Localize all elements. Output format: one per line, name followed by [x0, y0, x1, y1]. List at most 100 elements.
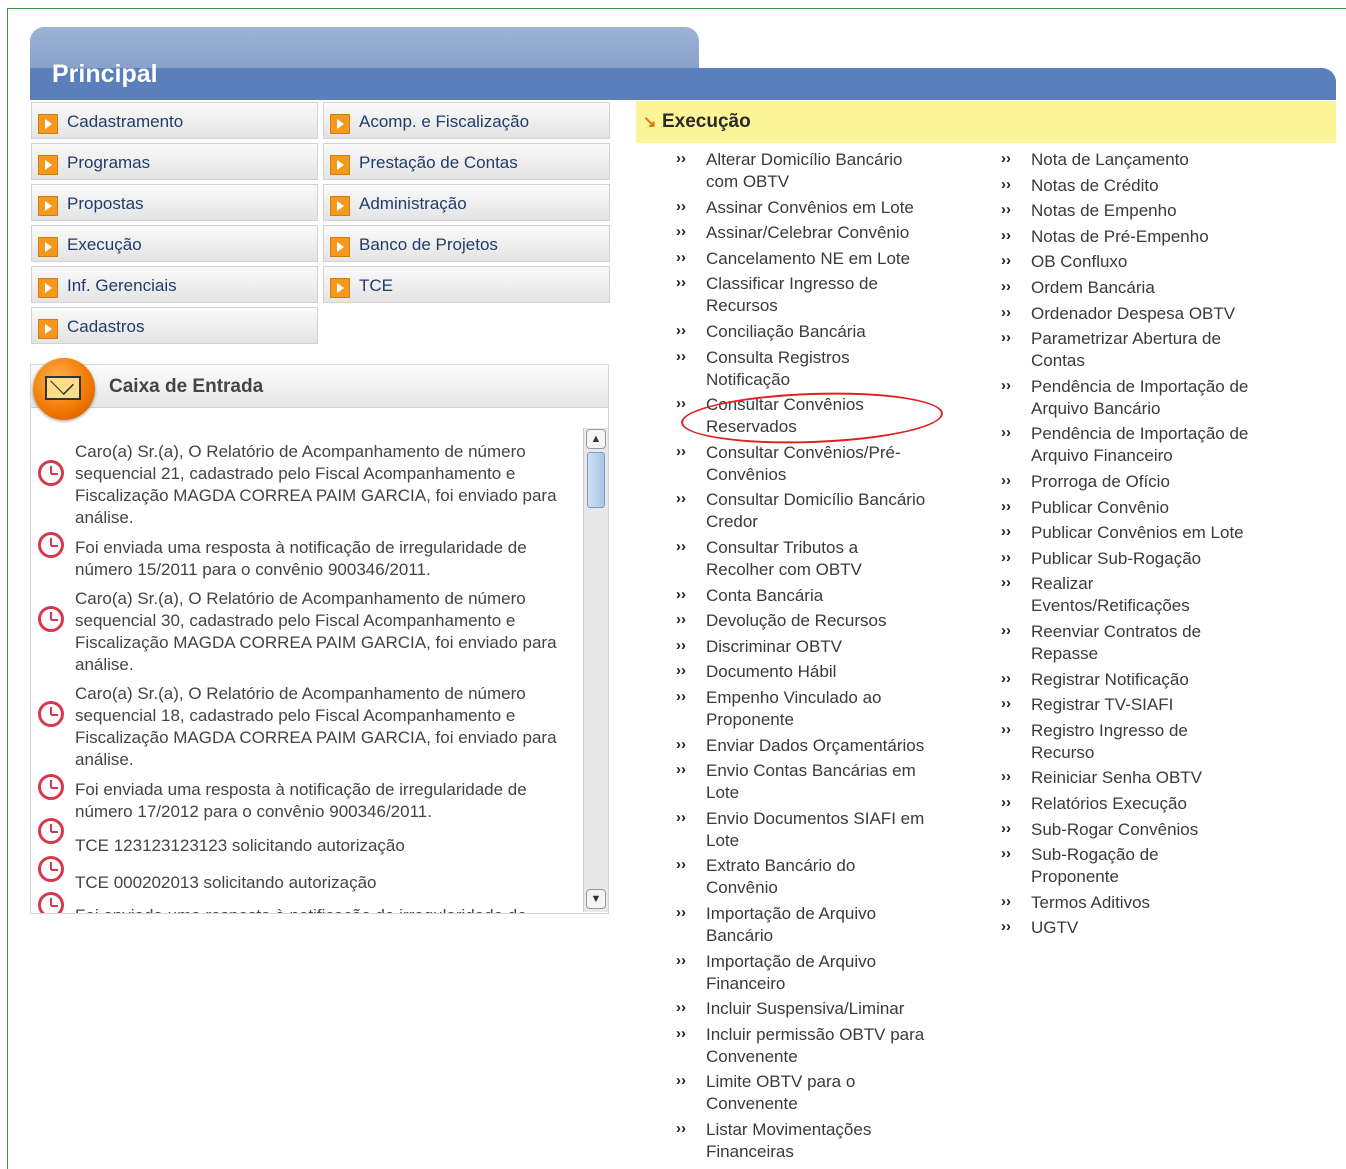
- execucao-link[interactable]: Consulta Registros Notificação: [706, 347, 850, 391]
- bullet-icon: ››: [1001, 329, 1011, 347]
- execucao-link[interactable]: Documento Hábil: [706, 661, 836, 683]
- execucao-link[interactable]: Registro Ingresso de Recurso: [1031, 720, 1188, 764]
- clock-icon: [38, 460, 64, 486]
- scroll-up-icon[interactable]: ▲: [586, 429, 606, 449]
- execucao-link[interactable]: Realizar Eventos/Retificações: [1031, 573, 1190, 617]
- inbox-message[interactable]: TCE 000202013 solicitando autorização: [75, 872, 575, 894]
- bullet-icon: ››: [676, 735, 686, 753]
- bullet-icon: ››: [1001, 845, 1011, 863]
- execucao-link[interactable]: Registrar TV-SIAFI: [1031, 694, 1173, 716]
- execucao-link[interactable]: Conciliação Bancária: [706, 321, 866, 343]
- execucao-link[interactable]: Limite OBTV para o Convenente: [706, 1071, 855, 1115]
- execucao-link[interactable]: Notas de Crédito: [1031, 175, 1159, 197]
- clock-icon: [38, 701, 64, 727]
- execucao-link[interactable]: Listar Movimentações Financeiras: [706, 1119, 871, 1163]
- execucao-link[interactable]: Reenviar Contratos de Repasse: [1031, 621, 1201, 665]
- arrow-right-icon: [38, 155, 58, 175]
- menu-item-administra-o[interactable]: Administração: [323, 184, 610, 221]
- execucao-link[interactable]: Publicar Convênios em Lote: [1031, 522, 1244, 544]
- execucao-link[interactable]: Pendência de Importação de Arquivo Bancár…: [1031, 376, 1248, 420]
- bullet-icon: ››: [676, 395, 686, 413]
- bullet-icon: ››: [676, 322, 686, 339]
- execucao-link[interactable]: Ordenador Despesa OBTV: [1031, 303, 1235, 325]
- inbox-message[interactable]: Foi enviada uma resposta à notificação d…: [75, 905, 575, 913]
- menu-item-cadastramento[interactable]: Cadastramento: [31, 102, 318, 139]
- scroll-down-icon[interactable]: ▼: [586, 889, 606, 909]
- bullet-icon: ››: [1001, 892, 1011, 910]
- execucao-link[interactable]: Discriminar OBTV: [706, 636, 842, 658]
- bullet-icon: ››: [676, 223, 686, 241]
- inbox-scrollbar[interactable]: ▲ ▼: [583, 428, 608, 912]
- clock-icon: [38, 774, 64, 800]
- execucao-link[interactable]: Relatórios Execução: [1031, 793, 1187, 815]
- scroll-thumb[interactable]: [587, 452, 605, 508]
- execucao-link[interactable]: Parametrizar Abertura de Contas: [1031, 328, 1221, 372]
- bullet-icon: ››: [1001, 548, 1011, 566]
- inbox-message[interactable]: Foi enviada uma resposta à notificação d…: [75, 537, 575, 581]
- menu-item-acomp-e-fiscaliza-o[interactable]: Acomp. e Fiscalização: [323, 102, 610, 139]
- bullet-icon: ››: [1001, 695, 1011, 713]
- execucao-link[interactable]: Ordem Bancária: [1031, 277, 1155, 299]
- execucao-link[interactable]: Nota de Lançamento: [1031, 149, 1189, 171]
- execucao-link[interactable]: Cancelamento NE em Lote: [706, 248, 910, 270]
- execucao-link[interactable]: Enviar Dados Orçamentários: [706, 735, 924, 757]
- bullet-icon: ››: [1001, 226, 1011, 244]
- execucao-link[interactable]: Consultar Convênios/Pré- Convênios: [706, 442, 901, 486]
- execucao-link[interactable]: Incluir Suspensiva/Liminar: [706, 998, 904, 1020]
- execucao-link[interactable]: Notas de Pré-Empenho: [1031, 226, 1209, 248]
- execucao-link[interactable]: Classificar Ingresso de Recursos: [706, 273, 878, 317]
- menu-item-presta-o-de-contas[interactable]: Prestação de Contas: [323, 143, 610, 180]
- execucao-link[interactable]: UGTV: [1031, 917, 1078, 939]
- menu-item-label: TCE: [359, 276, 393, 295]
- execucao-link[interactable]: Extrato Bancário do Convênio: [706, 855, 855, 899]
- execucao-link[interactable]: Envio Documentos SIAFI em Lote: [706, 808, 924, 852]
- bullet-icon: ››: [676, 197, 686, 215]
- bullet-icon: ››: [1001, 669, 1011, 687]
- bullet-icon: ››: [1001, 794, 1011, 811]
- header-bar: [30, 68, 1336, 100]
- execucao-link[interactable]: Incluir permissão OBTV para Convenente: [706, 1024, 924, 1068]
- menu-item-banco-de-projetos[interactable]: Banco de Projetos: [323, 225, 610, 262]
- inbox-message[interactable]: Caro(a) Sr.(a), O Relatório de Acompanha…: [75, 588, 575, 676]
- bullet-icon: ››: [676, 636, 686, 654]
- execucao-link[interactable]: Importação de Arquivo Bancário: [706, 903, 876, 947]
- page-title: Principal: [52, 60, 158, 88]
- execucao-link[interactable]: Publicar Sub-Rogação: [1031, 548, 1201, 570]
- execucao-link[interactable]: Consultar Tributos a Recolher com OBTV: [706, 537, 862, 581]
- execucao-link[interactable]: Consultar Domicílio Bancário Credor: [706, 489, 925, 533]
- inbox-message[interactable]: Foi enviada uma resposta à notificação d…: [75, 779, 575, 823]
- menu-item-label: Banco de Projetos: [359, 235, 498, 254]
- inbox-message[interactable]: TCE 123123123123 solicitando autorização: [75, 835, 575, 857]
- menu-item-cadastros[interactable]: Cadastros: [31, 307, 318, 344]
- menu-item-tce[interactable]: TCE: [323, 266, 610, 303]
- execucao-link[interactable]: Prorroga de Ofício: [1031, 471, 1170, 493]
- execucao-link[interactable]: OB Confluxo: [1031, 251, 1127, 273]
- bullet-icon: ››: [676, 951, 686, 969]
- inbox-message[interactable]: Caro(a) Sr.(a), O Relatório de Acompanha…: [75, 683, 575, 771]
- execucao-link[interactable]: Assinar/Celebrar Convênio: [706, 222, 909, 244]
- execucao-link[interactable]: Conta Bancária: [706, 585, 823, 607]
- execucao-link[interactable]: Sub-Rogação de Proponente: [1031, 844, 1159, 888]
- bullet-icon: ››: [676, 662, 686, 680]
- execucao-link[interactable]: Envio Contas Bancárias em Lote: [706, 760, 916, 804]
- bullet-icon: ››: [676, 999, 686, 1017]
- execucao-link[interactable]: Registrar Notificação: [1031, 669, 1189, 691]
- bullet-icon: ››: [1001, 303, 1011, 321]
- inbox-message[interactable]: Caro(a) Sr.(a), O Relatório de Acompanha…: [75, 441, 575, 529]
- menu-item-execu-o[interactable]: Execução: [31, 225, 318, 262]
- execucao-link[interactable]: Assinar Convênios em Lote: [706, 197, 914, 219]
- execucao-link[interactable]: Notas de Empenho: [1031, 200, 1177, 222]
- menu-item-inf-gerenciais[interactable]: Inf. Gerenciais: [31, 266, 318, 303]
- bullet-icon: ››: [1001, 523, 1011, 541]
- menu-item-propostas[interactable]: Propostas: [31, 184, 318, 221]
- execucao-link[interactable]: Alterar Domicílio Bancário com OBTV: [706, 149, 903, 193]
- execucao-link[interactable]: Reiniciar Senha OBTV: [1031, 767, 1202, 789]
- execucao-link[interactable]: Sub-Rogar Convênios: [1031, 819, 1198, 841]
- execucao-link[interactable]: Termos Aditivos: [1031, 892, 1150, 914]
- execucao-link[interactable]: Devolução de Recursos: [706, 610, 886, 632]
- execucao-link[interactable]: Publicar Convênio: [1031, 497, 1169, 519]
- execucao-link[interactable]: Pendência de Importação de Arquivo Financ…: [1031, 423, 1248, 467]
- execucao-link[interactable]: Empenho Vinculado ao Proponente: [706, 687, 882, 731]
- menu-item-programas[interactable]: Programas: [31, 143, 318, 180]
- execucao-link[interactable]: Importação de Arquivo Financeiro: [706, 951, 876, 995]
